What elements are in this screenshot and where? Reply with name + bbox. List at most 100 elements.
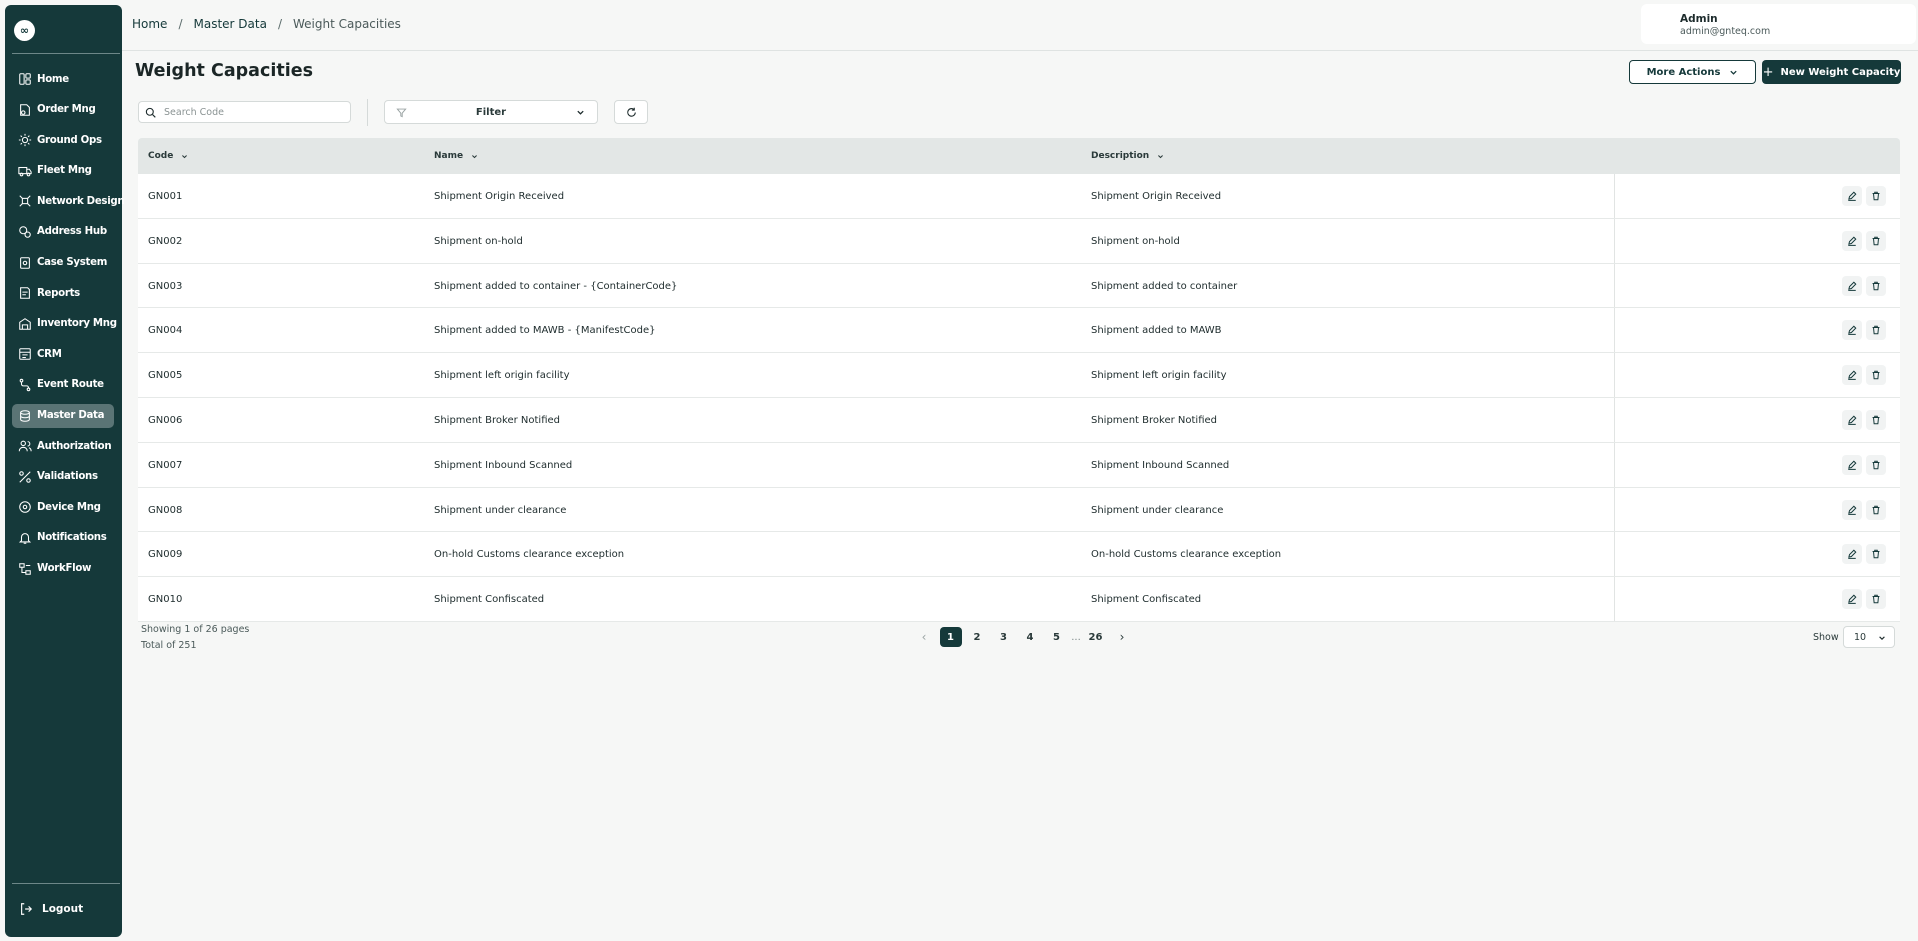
table-row: GN002 Shipment on-hold Shipment on-hold: [138, 218, 1900, 264]
refresh-button[interactable]: [614, 100, 648, 124]
app-logo[interactable]: ∞: [14, 20, 35, 41]
users-icon: [18, 439, 32, 453]
filter-dropdown[interactable]: Filter: [384, 100, 598, 124]
sidebar-item-reports[interactable]: Reports: [12, 281, 114, 305]
sidebar-item-order-mng[interactable]: Order Mng: [12, 98, 114, 122]
delete-button[interactable]: [1866, 544, 1886, 565]
sidebar-item-address-hub[interactable]: Address Hub: [12, 220, 114, 244]
pencil-icon: [1848, 549, 1857, 560]
sidebar-item-case-system[interactable]: Case System: [12, 251, 114, 275]
column-header-description[interactable]: Description: [1091, 151, 1164, 161]
inventory-icon: [18, 317, 32, 331]
sidebar-divider: [12, 883, 120, 884]
cell-code: GN002: [148, 235, 183, 247]
sidebar-item-network-design[interactable]: Network Design: [12, 189, 125, 213]
sidebar-item-inventory-mng[interactable]: Inventory Mng: [12, 312, 117, 336]
sidebar-item-home[interactable]: Home: [12, 67, 114, 91]
edit-button[interactable]: [1842, 275, 1862, 296]
page-button[interactable]: 3: [993, 627, 1015, 647]
logout-button[interactable]: Logout: [19, 902, 83, 916]
trash-icon: [1872, 550, 1880, 559]
pencil-icon: [1848, 236, 1857, 246]
delete-button[interactable]: [1866, 186, 1886, 206]
delete-button[interactable]: [1866, 499, 1886, 520]
delete-button[interactable]: [1866, 365, 1886, 386]
more-actions-button[interactable]: More Actions: [1629, 60, 1756, 84]
table-body: GN001 Shipment Origin Received Shipment …: [138, 174, 1900, 622]
delete-button[interactable]: [1866, 275, 1886, 296]
column-header-label: Name: [434, 151, 464, 161]
refresh-icon: [626, 107, 636, 117]
trash-icon: [1872, 415, 1880, 425]
page-button[interactable]: 1: [939, 627, 962, 647]
breadcrumb-master-data[interactable]: Master Data: [193, 17, 266, 31]
breadcrumb-separator: /: [178, 17, 183, 31]
column-header-code[interactable]: Code: [148, 151, 188, 161]
cell-code: GN001: [148, 191, 183, 202]
delete-button[interactable]: [1866, 589, 1886, 610]
new-weight-capacity-button[interactable]: + New Weight Capacity: [1762, 60, 1901, 84]
breadcrumb-separator: /: [277, 17, 282, 31]
page-size-select[interactable]: 10: [1843, 626, 1895, 648]
delete-button[interactable]: [1866, 409, 1886, 430]
cell-description: Shipment Inbound Scanned: [1091, 459, 1230, 471]
page-button[interactable]: 26: [1085, 627, 1107, 647]
cell-description: Shipment on-hold: [1091, 235, 1180, 247]
prev-page-button[interactable]: ‹: [913, 627, 935, 647]
trash-icon: [1872, 594, 1880, 604]
column-header-label: Description: [1091, 151, 1150, 161]
sidebar-item-authorization[interactable]: Authorization: [12, 434, 114, 458]
cell-name: Shipment left origin facility: [434, 370, 570, 382]
breadcrumb-home[interactable]: Home: [132, 17, 167, 31]
sidebar-item-label: Validations: [37, 471, 98, 483]
pencil-icon: [1848, 594, 1857, 605]
edit-button[interactable]: [1842, 230, 1862, 251]
edit-button[interactable]: [1842, 454, 1862, 475]
page-size-label: Show: [1813, 632, 1839, 643]
actions-divider: [1614, 442, 1615, 487]
sidebar-item-workflow[interactable]: WorkFlow: [12, 557, 114, 581]
breadcrumb: Home / Master Data / Weight Capacities: [132, 17, 401, 31]
edit-button[interactable]: [1842, 544, 1862, 565]
report-icon: [18, 286, 32, 300]
edit-button[interactable]: [1842, 409, 1862, 430]
delete-button[interactable]: [1866, 230, 1886, 251]
delete-button[interactable]: [1866, 320, 1886, 341]
pencil-icon: [1848, 325, 1857, 336]
user-menu[interactable]: Admin admin@gnteq.com: [1641, 4, 1916, 44]
delete-button[interactable]: [1866, 454, 1886, 475]
edit-button[interactable]: [1842, 589, 1862, 610]
cell-code: GN007: [148, 459, 183, 471]
page-button[interactable]: 2: [966, 627, 988, 647]
column-header-name[interactable]: Name: [434, 151, 478, 161]
sidebar-item-notifications[interactable]: Notifications: [12, 526, 114, 550]
sidebar-item-crm[interactable]: CRM: [12, 342, 114, 366]
page-button[interactable]: 5: [1046, 627, 1068, 647]
edit-button[interactable]: [1842, 365, 1862, 386]
sidebar-item-ground-ops[interactable]: Ground Ops: [12, 128, 114, 152]
sidebar-item-fleet-mng[interactable]: Fleet Mng: [12, 159, 114, 183]
sidebar-item-label: WorkFlow: [37, 563, 92, 574]
sidebar-divider: [12, 53, 120, 54]
trash-icon: [1872, 505, 1880, 514]
edit-button[interactable]: [1842, 186, 1862, 206]
page-button[interactable]: 4: [1019, 627, 1041, 647]
column-header-label: Code: [148, 151, 174, 161]
cell-description: Shipment left origin facility: [1091, 370, 1227, 382]
logout-icon: [19, 902, 33, 916]
sidebar-item-device-mng[interactable]: Device Mng: [12, 495, 114, 519]
edit-button[interactable]: [1842, 499, 1862, 520]
dashboard-icon: [18, 72, 32, 86]
chevron-down-icon: [1879, 636, 1885, 640]
next-page-button[interactable]: ›: [1111, 627, 1133, 647]
cell-code: GN008: [148, 504, 183, 516]
truck-icon: [18, 164, 32, 178]
sidebar-item-event-route[interactable]: Event Route: [12, 373, 114, 397]
sidebar-item-validations[interactable]: Validations: [12, 465, 114, 489]
table-header: Code Name Description: [138, 138, 1900, 174]
sidebar-item-master-data[interactable]: Master Data: [12, 403, 114, 428]
search-input[interactable]: [164, 106, 344, 118]
edit-button[interactable]: [1842, 320, 1862, 341]
cell-name: Shipment added to container - {Container…: [434, 280, 678, 292]
sidebar-item-label: Authorization: [37, 440, 112, 452]
